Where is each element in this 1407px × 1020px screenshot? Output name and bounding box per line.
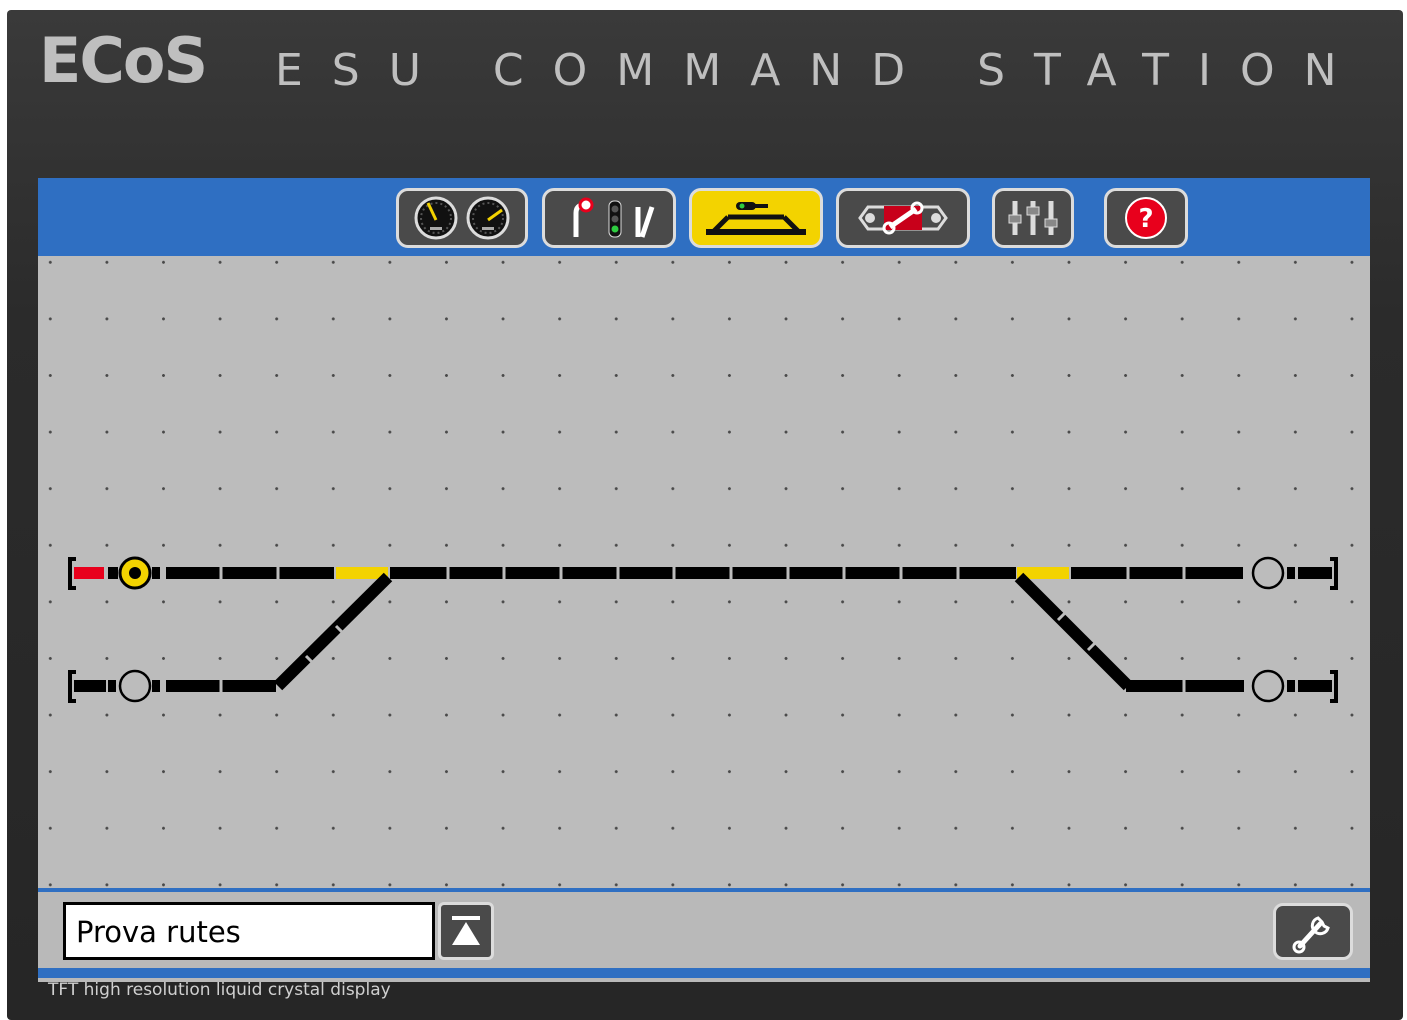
display-screen: ? Prova rutes xyxy=(38,178,1370,982)
track-layout-button[interactable] xyxy=(689,188,823,248)
eject-up-icon xyxy=(452,916,480,945)
programming-icon xyxy=(858,201,948,235)
track-diagram xyxy=(68,556,1338,703)
occupied-block-indicator xyxy=(74,567,104,579)
siding-track[interactable] xyxy=(68,572,1338,703)
mode-toolbar: ? xyxy=(38,178,1370,256)
display-caption: TFT high resolution liquid crystal displ… xyxy=(48,980,391,1000)
layout-edit-button[interactable] xyxy=(1273,903,1353,960)
track-layout-icon xyxy=(706,202,806,235)
sliders-icon xyxy=(1008,201,1058,235)
signal-bottom-left[interactable] xyxy=(118,669,152,703)
help-glyph: ? xyxy=(1138,204,1153,234)
layout-select-up-button[interactable] xyxy=(438,902,494,960)
help-button[interactable]: ? xyxy=(1104,188,1188,248)
main-line-track[interactable] xyxy=(68,556,1338,590)
locomotive-control-button[interactable] xyxy=(396,188,528,248)
screen-bottom-edge xyxy=(38,968,1370,978)
brand-subtitle: ESU COMMAND STATION xyxy=(275,45,1366,96)
signals-icon xyxy=(573,197,655,238)
signal-top-right[interactable] xyxy=(1251,556,1285,590)
layout-name-field[interactable]: Prova rutes xyxy=(63,902,435,960)
programming-button[interactable] xyxy=(836,188,970,248)
track-layout-canvas[interactable] xyxy=(38,256,1370,888)
help-icon: ? xyxy=(1125,197,1167,239)
accessories-button[interactable] xyxy=(542,188,676,248)
speedometer-icon xyxy=(414,196,510,240)
wrench-icon xyxy=(1292,915,1330,953)
signal-bottom-right[interactable] xyxy=(1251,669,1285,703)
layout-status-bar: Prova rutes xyxy=(38,892,1370,968)
setup-button[interactable] xyxy=(992,188,1074,248)
segment-separators-siding xyxy=(219,678,1186,694)
brand-logo: ECoS xyxy=(39,24,208,97)
